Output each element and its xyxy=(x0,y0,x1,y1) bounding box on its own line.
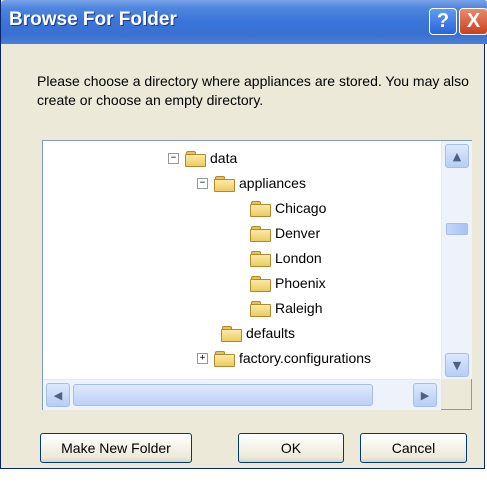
browse-for-folder-dialog: Browse For Folder ? X Please choose a di… xyxy=(0,0,487,469)
folder-icon xyxy=(250,300,271,317)
tree-item-chicago[interactable]: Chicago xyxy=(250,197,326,219)
close-icon: X xyxy=(466,10,481,32)
right-arrow-icon: ▶ xyxy=(420,388,430,402)
collapse-icon[interactable]: − xyxy=(168,152,179,164)
tree-item-label: appliances xyxy=(239,175,306,191)
folder-icon xyxy=(250,275,271,292)
folder-icon xyxy=(250,250,271,267)
horizontal-scrollbar[interactable]: ◀ ▶ xyxy=(43,379,441,410)
scroll-down-button[interactable]: ▼ xyxy=(445,353,469,377)
folder-icon xyxy=(214,175,235,192)
cancel-button[interactable]: Cancel xyxy=(360,433,467,463)
tree-item-label: data xyxy=(210,150,238,166)
folder-icon xyxy=(185,150,206,167)
tree-item-label: London xyxy=(275,250,322,266)
make-new-folder-button[interactable]: Make New Folder xyxy=(40,433,192,463)
close-button[interactable]: X xyxy=(459,8,487,35)
scroll-left-button[interactable]: ◀ xyxy=(46,383,70,407)
folder-icon xyxy=(250,225,271,242)
tree-item-denver[interactable]: Denver xyxy=(250,222,320,244)
tree-view[interactable]: − data − appliances Chicago Denver Londo… xyxy=(43,141,441,379)
vertical-scrollbar[interactable]: ▲ ▼ xyxy=(441,141,472,379)
tree-item-label: Phoenix xyxy=(275,275,326,291)
folder-icon xyxy=(250,200,271,217)
tree-item-raleigh[interactable]: Raleigh xyxy=(250,297,322,319)
tree-item-london[interactable]: London xyxy=(250,247,322,269)
tree-item-factory-configurations[interactable]: + factory.configurations xyxy=(197,347,371,369)
left-arrow-icon: ◀ xyxy=(53,388,63,402)
folder-icon xyxy=(221,325,242,342)
tree-item-label: defaults xyxy=(246,325,296,341)
scroll-right-button[interactable]: ▶ xyxy=(413,383,437,407)
help-button[interactable]: ? xyxy=(429,8,457,35)
up-arrow-icon: ▲ xyxy=(452,149,462,163)
tree-item-label: Chicago xyxy=(275,200,327,216)
tree-item-label: Denver xyxy=(275,225,321,241)
expand-icon[interactable]: + xyxy=(197,352,208,364)
help-icon: ? xyxy=(436,10,450,32)
tree-item-phoenix[interactable]: Phoenix xyxy=(250,272,326,294)
tree-item-label: factory.configurations xyxy=(239,350,372,366)
tree-item-defaults[interactable]: defaults xyxy=(221,322,295,344)
down-arrow-icon: ▼ xyxy=(452,358,462,372)
horizontal-scroll-thumb[interactable] xyxy=(73,384,373,406)
ok-button[interactable]: OK xyxy=(238,433,344,463)
scrollbar-corner xyxy=(441,379,471,409)
tree-item-label: Raleigh xyxy=(275,300,323,316)
instructions-text: Please choose a directory where applianc… xyxy=(37,73,469,108)
title-bar[interactable]: Browse For Folder ? X xyxy=(1,0,487,44)
vertical-scroll-thumb[interactable] xyxy=(446,223,468,235)
tree-item-data[interactable]: − data xyxy=(168,147,237,169)
window-title: Browse For Folder xyxy=(9,9,177,30)
folder-icon xyxy=(214,350,235,367)
folder-tree[interactable]: − data − appliances Chicago Denver Londo… xyxy=(42,140,472,410)
tree-item-appliances[interactable]: − appliances xyxy=(197,172,306,194)
scroll-up-button[interactable]: ▲ xyxy=(445,144,469,168)
collapse-icon[interactable]: − xyxy=(197,177,208,189)
